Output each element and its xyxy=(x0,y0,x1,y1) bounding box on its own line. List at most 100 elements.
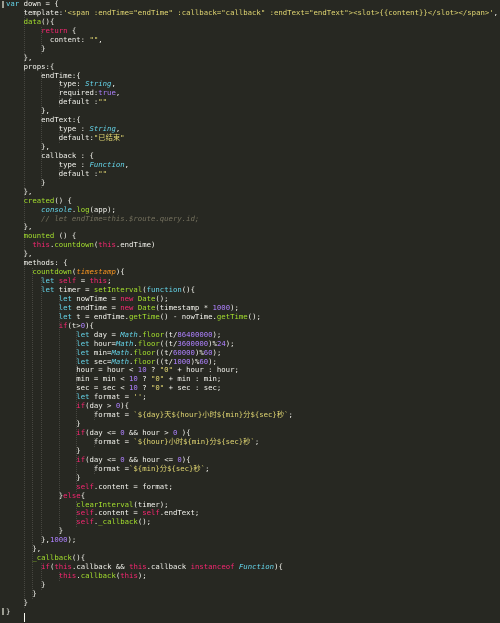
code-line[interactable]: }, xyxy=(6,187,498,197)
code-token: 10 xyxy=(137,365,147,375)
code-token: "0" xyxy=(151,374,165,384)
code-token: )% xyxy=(208,338,217,348)
code-token: + sec : sec; xyxy=(164,383,222,393)
code-token: default : xyxy=(6,168,99,178)
code-token: endTime:{ xyxy=(6,70,81,80)
code-token: floor xyxy=(137,338,160,348)
code-token: Date xyxy=(137,293,156,303)
code-line[interactable]: content: "", xyxy=(6,34,498,45)
code-token: { xyxy=(67,25,77,35)
code-token: (t/ xyxy=(164,329,178,339)
code-line[interactable]: }, xyxy=(6,222,498,232)
code-token: () - nowTime. xyxy=(159,311,217,321)
code-line[interactable]: default :"" xyxy=(6,168,498,179)
code-token: ){ xyxy=(85,320,94,330)
code-token: Function xyxy=(89,159,125,169)
code-line[interactable]: default:"已结束" xyxy=(6,133,498,143)
code-token: 60 xyxy=(199,356,209,366)
code-token: ((t/ xyxy=(155,356,173,366)
code-token: ){ xyxy=(274,562,283,572)
code-token: getTime xyxy=(216,311,248,321)
code-line[interactable]: data(){ xyxy=(6,16,498,27)
code-token: 1000 xyxy=(49,535,68,545)
code-token: true xyxy=(98,88,116,98)
code-line[interactable]: } xyxy=(6,607,498,617)
code-token: setInterval xyxy=(93,285,143,294)
code-token: let xyxy=(76,392,94,402)
code-token: else xyxy=(63,490,81,500)
code-line[interactable]: } xyxy=(6,580,498,590)
code-token: 86400000 xyxy=(177,329,213,339)
code-line[interactable]: // let endTime=this.$route.query.id; xyxy=(6,213,498,224)
code-token: { xyxy=(80,490,86,500)
code-token: // let endTime=this.$route.query.id; xyxy=(41,213,200,223)
code-token: this xyxy=(54,562,72,572)
code-line[interactable]: } xyxy=(6,598,498,608)
code-line[interactable]: } xyxy=(6,44,498,54)
code-token: let xyxy=(58,293,77,303)
code-token: ? xyxy=(146,365,160,375)
code-line[interactable]: },1000); xyxy=(6,535,498,545)
code-token: props:{ xyxy=(6,61,55,71)
code-area[interactable]: var down = { template:'<span :endTime="e… xyxy=(6,0,498,617)
code-token: day = xyxy=(93,329,121,339)
code-token: (day <= xyxy=(85,454,121,464)
code-token: }, xyxy=(6,249,33,259)
code-token: if xyxy=(58,320,68,330)
code-token: format = xyxy=(6,436,134,446)
code-token: if xyxy=(76,428,86,437)
code-line[interactable]: } xyxy=(6,178,498,188)
code-token: String xyxy=(85,79,112,89)
code-token: ){ xyxy=(181,454,191,464)
code-token: callback xyxy=(80,571,116,580)
code-token: , xyxy=(124,159,130,169)
code-line[interactable]: }, xyxy=(6,249,498,259)
code-token: , xyxy=(111,79,116,89)
code-token: endText:{ xyxy=(6,115,81,125)
code-line[interactable]: default :"" xyxy=(6,97,498,107)
code-line[interactable]: self._callback(); xyxy=(6,517,498,527)
code-line[interactable]: } xyxy=(6,589,498,599)
code-token: (){ xyxy=(41,16,55,26)
code-token: () { xyxy=(54,231,77,241)
code-token: 10 xyxy=(129,383,138,393)
code-line[interactable]: }, xyxy=(6,53,498,63)
code-line[interactable]: } xyxy=(6,526,498,536)
code-token: format = xyxy=(6,463,130,473)
code-token: new xyxy=(120,302,138,312)
code-line[interactable]: template:'<span :endTime="endTime" :call… xyxy=(6,7,499,18)
code-token: (); xyxy=(137,517,152,527)
code-line[interactable]: this.countdown(this.endTime) xyxy=(6,240,498,250)
code-token: nowTime = xyxy=(76,293,121,303)
code-token: Function xyxy=(238,562,275,572)
code-token: format = xyxy=(93,392,134,402)
code-token: floor xyxy=(142,329,165,339)
code-token: .endText; xyxy=(159,508,200,518)
code-token: this xyxy=(89,276,108,286)
code-line[interactable]: this.callback(this); xyxy=(6,571,498,581)
code-token: Math xyxy=(111,356,130,366)
fold-marker xyxy=(2,608,4,615)
code-token: , xyxy=(493,7,499,17)
code-token: data xyxy=(23,16,42,26)
code-token: , xyxy=(98,34,103,44)
code-editor[interactable]: var down = { template:'<span :endTime="e… xyxy=(0,0,500,623)
code-token: Math xyxy=(115,338,134,348)
code-token: ){ xyxy=(115,267,125,277)
code-token: default: xyxy=(6,133,94,143)
code-token: (); xyxy=(155,293,169,303)
code-token: } xyxy=(6,445,81,455)
code-token: function xyxy=(146,285,182,294)
code-token: '' xyxy=(133,392,143,402)
